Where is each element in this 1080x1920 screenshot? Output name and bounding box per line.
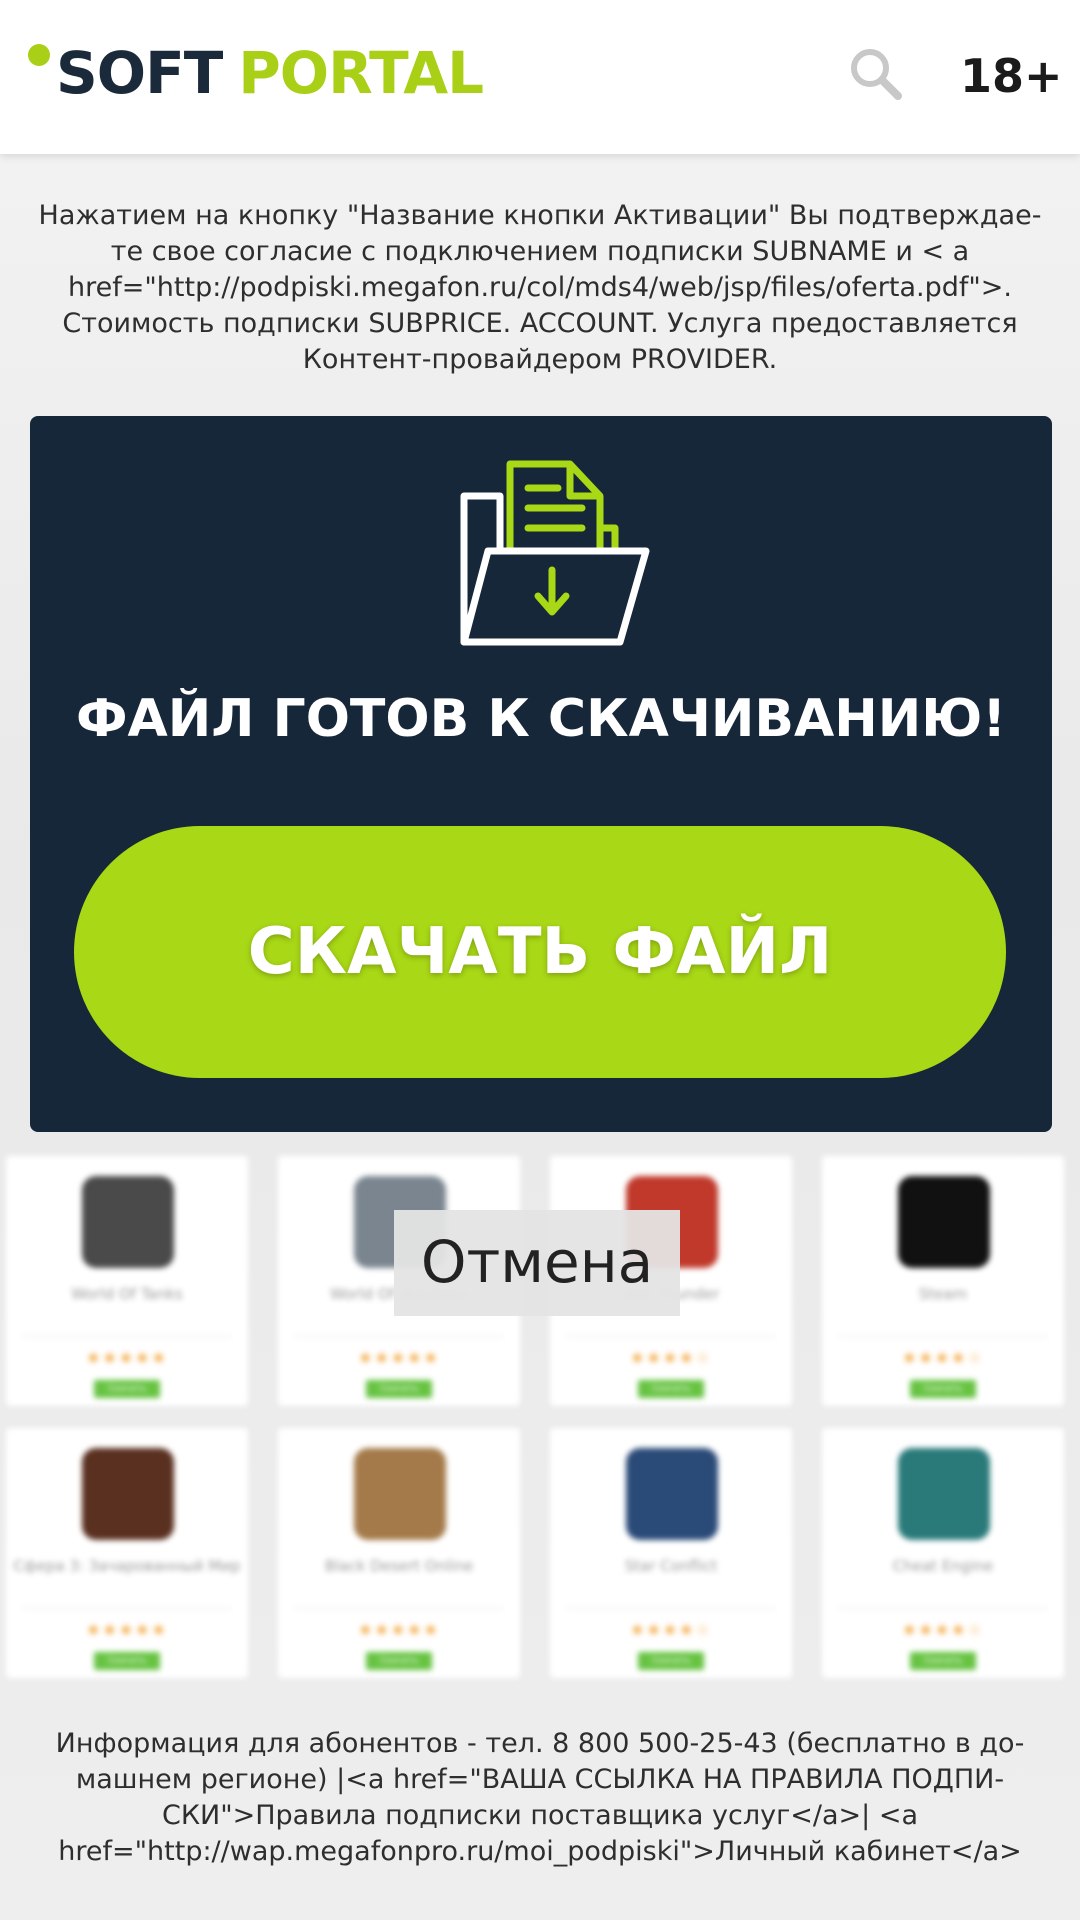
logo-text-portal: PORTAL: [238, 39, 484, 107]
logo-dot: [28, 44, 50, 66]
app-thumbnail: [82, 1176, 174, 1268]
app-rating: ★★★★★: [86, 1620, 168, 1639]
app-download-button[interactable]: Скачать: [366, 1380, 432, 1398]
divider: [294, 1336, 504, 1337]
app-download-button[interactable]: Скачать: [366, 1652, 432, 1670]
app-name: Black Desert Online: [324, 1557, 474, 1575]
app-download-button[interactable]: Скачать: [638, 1652, 704, 1670]
app-rating: ★★★★★: [358, 1620, 440, 1639]
divider: [566, 1608, 776, 1609]
app-download-button[interactable]: Скачать: [94, 1652, 160, 1670]
app-thumbnail: [898, 1176, 990, 1268]
download-file-button[interactable]: СКАЧАТЬ ФАЙЛ: [74, 826, 1006, 1078]
app-rating: ★★★★★: [86, 1348, 168, 1367]
file-ready-title: ФАЙЛ ГОТОВ К СКАЧИВАНИЮ!: [75, 689, 1007, 749]
app-download-button[interactable]: Скачать: [910, 1652, 976, 1670]
app-name: Cheat Engine: [892, 1557, 994, 1575]
app-download-button[interactable]: Скачать: [638, 1380, 704, 1398]
logo-text-soft: SOFT: [56, 39, 223, 107]
subscription-disclaimer: Нажатием на кнопку "Название кнопки Акти…: [38, 200, 1042, 375]
site-header: SOFT PORTAL 18+: [0, 0, 1080, 154]
search-icon: [851, 49, 902, 100]
app-thumbnail: [898, 1448, 990, 1540]
app-name: Star Conflict: [624, 1557, 718, 1575]
app-rating: ★★★★☆: [630, 1620, 712, 1639]
folder-download-icon: [460, 460, 650, 646]
app-card[interactable]: Black Desert Online ★★★★★ Скачать: [278, 1428, 520, 1678]
app-card[interactable]: Star Conflict ★★★★☆ Скачать: [550, 1428, 792, 1678]
app-rating: ★★★★☆: [630, 1348, 712, 1367]
app-rating: ★★★★☆: [902, 1620, 984, 1639]
app-card[interactable]: Steam ★★★★☆ Скачать: [822, 1156, 1064, 1406]
divider: [566, 1336, 776, 1337]
subscriber-info: Информация для абонентов - тел. 8 800 50…: [55, 1728, 1025, 1867]
download-card: ФАЙЛ ГОТОВ К СКАЧИВАНИЮ! СКАЧАТЬ ФАЙЛ: [30, 416, 1052, 1132]
app-download-button[interactable]: Скачать: [94, 1380, 160, 1398]
app-thumbnail: [354, 1448, 446, 1540]
app-download-button[interactable]: Скачать: [910, 1380, 976, 1398]
app-card[interactable]: World Of Tanks ★★★★★ Скачать: [6, 1156, 248, 1406]
search-button[interactable]: [848, 46, 904, 102]
divider: [22, 1608, 232, 1609]
divider: [838, 1336, 1048, 1337]
app-name: Steam: [918, 1285, 968, 1303]
app-rating: ★★★★☆: [902, 1348, 984, 1367]
app-name: World Of Tanks: [71, 1285, 183, 1303]
site-logo[interactable]: SOFT PORTAL: [28, 38, 484, 108]
app-name: Сфера 3: Зачарованный Мир: [13, 1557, 241, 1575]
cancel-button[interactable]: Отмена: [394, 1210, 680, 1316]
divider: [294, 1608, 504, 1609]
app-card[interactable]: Cheat Engine ★★★★☆ Скачать: [822, 1428, 1064, 1678]
age-rating-badge: 18+: [960, 49, 1063, 103]
divider: [22, 1336, 232, 1337]
app-thumbnail: [82, 1448, 174, 1540]
divider: [838, 1608, 1048, 1609]
app-thumbnail: [626, 1448, 718, 1540]
app-rating: ★★★★★: [358, 1348, 440, 1367]
app-card[interactable]: Сфера 3: Зачарованный Мир ★★★★★ Скачать: [6, 1428, 248, 1678]
